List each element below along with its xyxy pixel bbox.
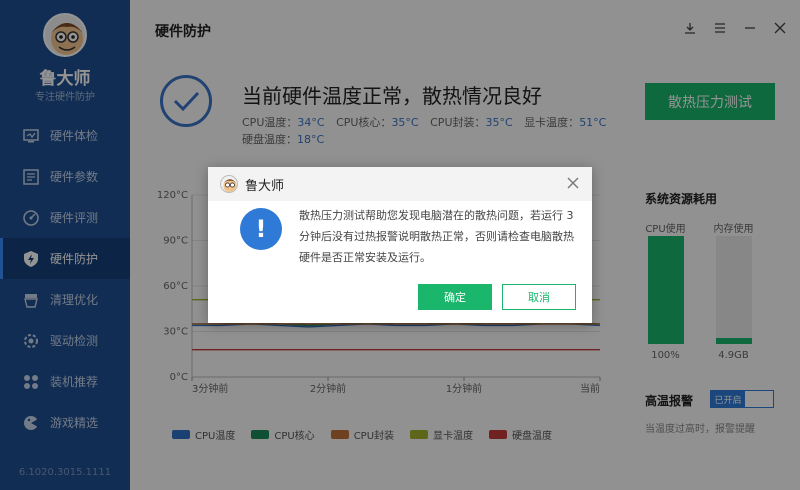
info-exclamation-icon: ! [240,208,282,250]
dialog-header: 鲁大师 [208,167,592,201]
dialog-close-icon[interactable] [566,176,580,190]
dialog-logo [220,175,238,193]
dialog-message: 散热压力测试帮助您发现电脑潜在的散热问题，若运行 3 分钟后没有过热报警说明散热… [299,209,574,264]
ok-button[interactable]: 确定 [418,284,492,310]
cancel-button[interactable]: 取消 [502,284,576,310]
dialog-title: 鲁大师 [245,178,285,194]
confirm-dialog: 鲁大师 ! 散热压力测试帮助您发现电脑潜在的散热问题，若运行 3 分钟后没有过热… [208,167,592,323]
